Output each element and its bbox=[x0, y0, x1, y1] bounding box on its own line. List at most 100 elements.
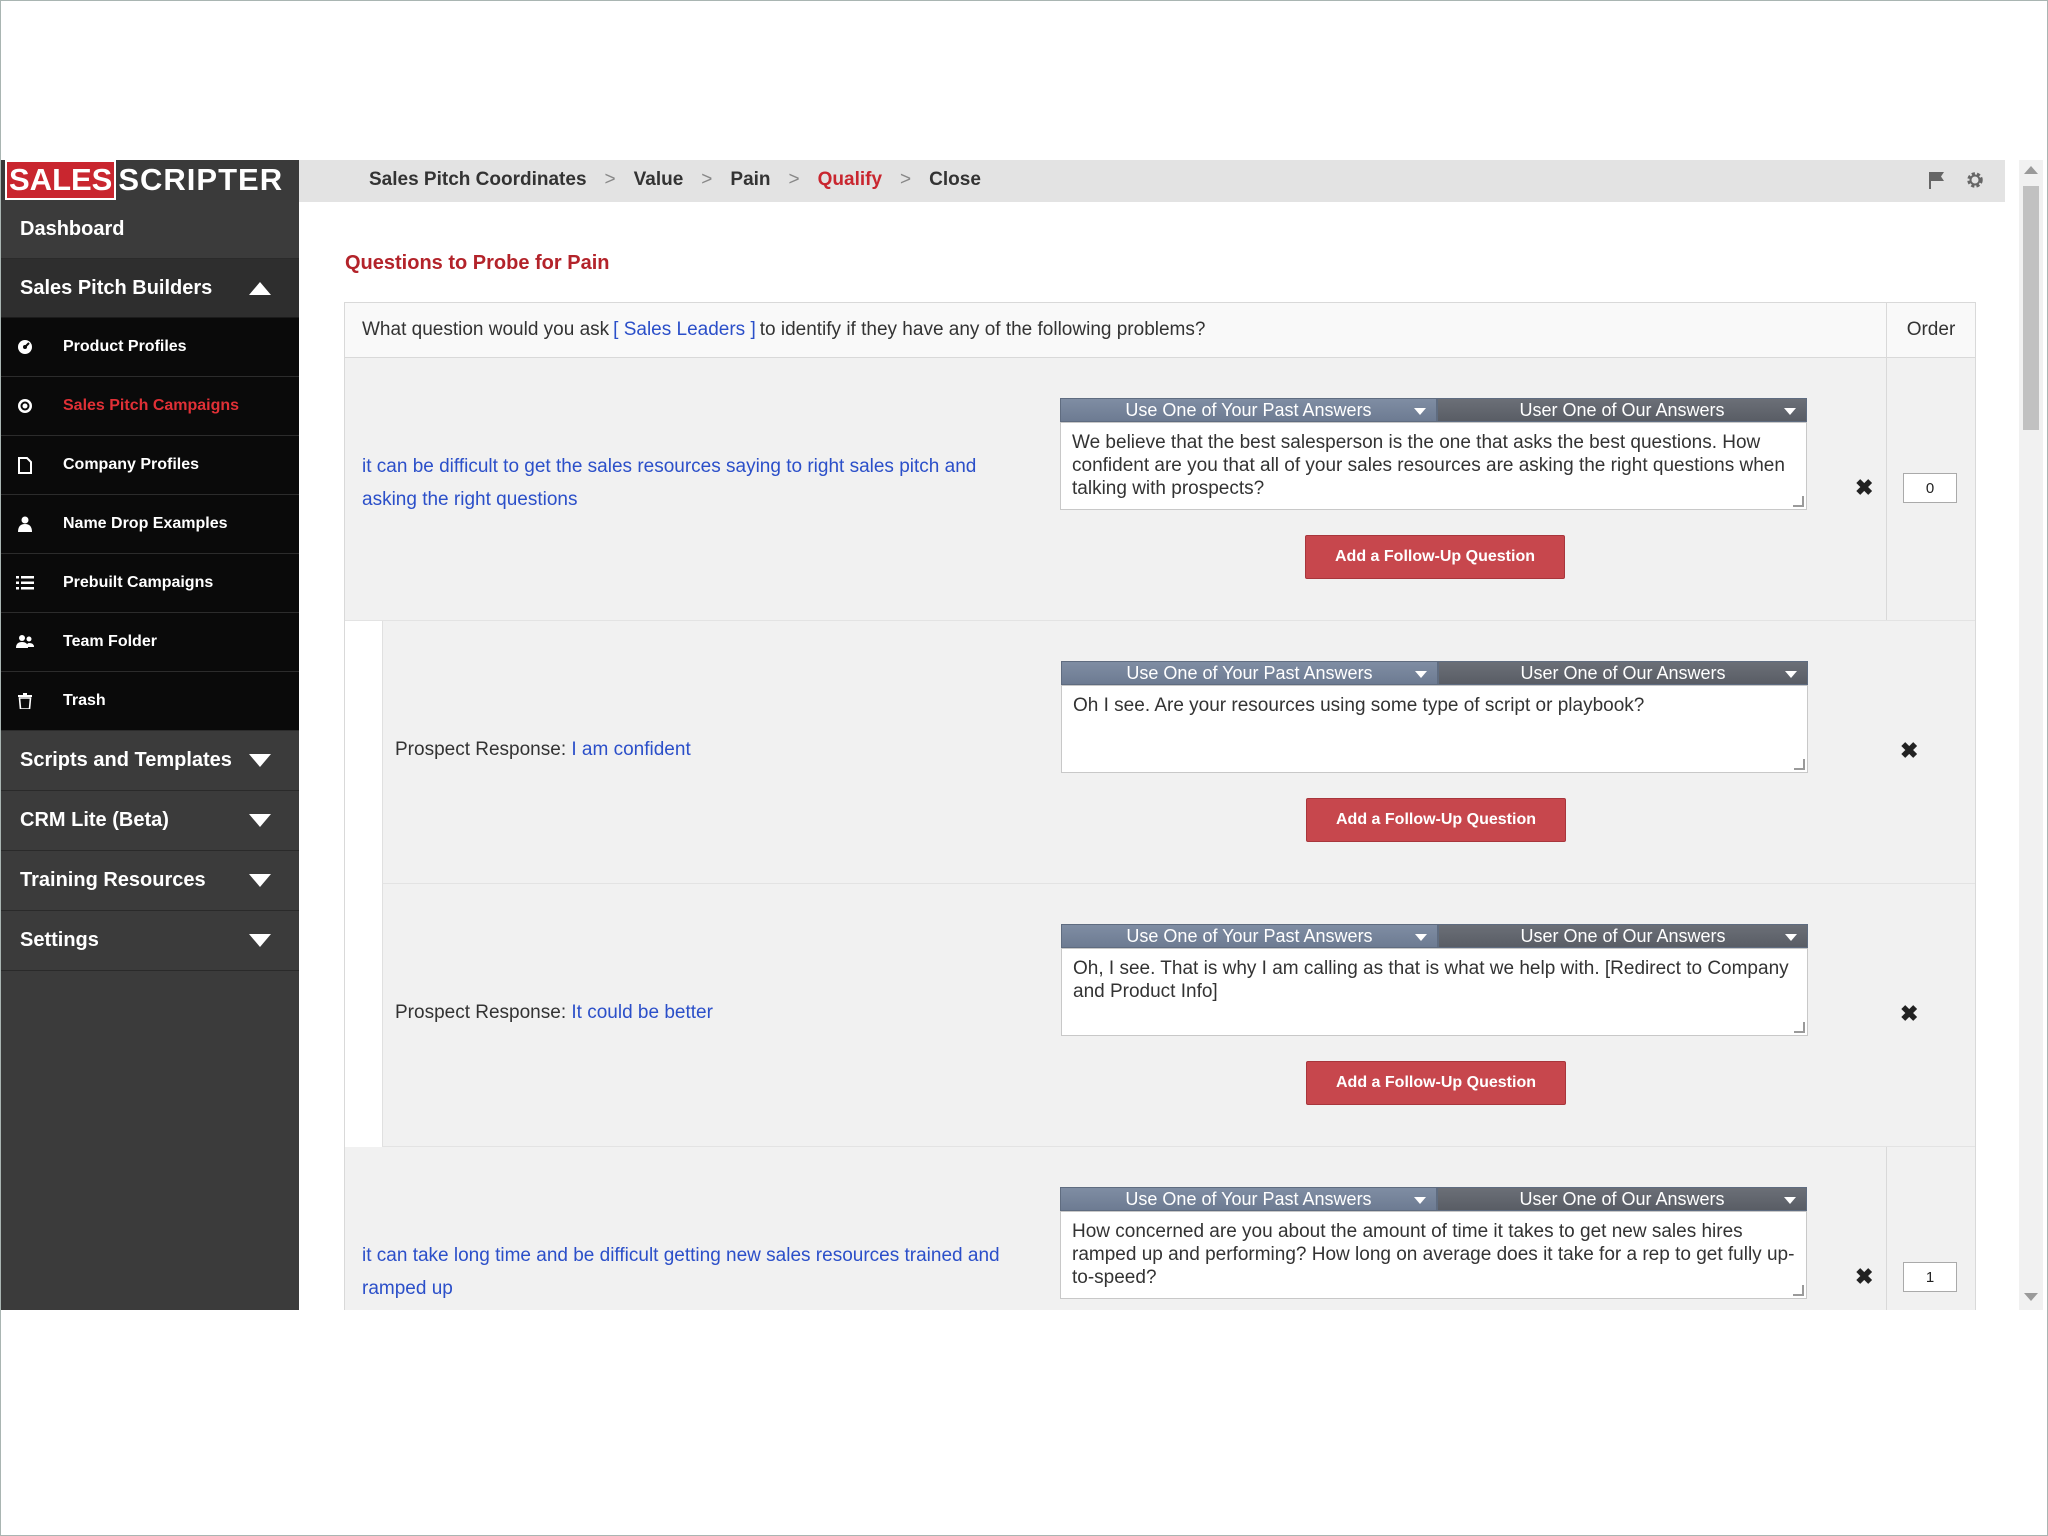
scrollbar-thumb[interactable] bbox=[2023, 186, 2039, 430]
prospect-response: Prospect Response: I am confident bbox=[395, 739, 691, 761]
answer-textarea[interactable]: Oh, I see. That is why I am calling as t… bbox=[1061, 948, 1808, 1036]
delete-icon[interactable]: ✖ bbox=[1900, 1001, 1918, 1027]
problem-text[interactable]: it can take long time and be difficult g… bbox=[362, 1239, 1022, 1305]
sidebar-item-trash[interactable]: Trash bbox=[1, 672, 299, 731]
sidebar-item-prebuilt-campaigns[interactable]: Prebuilt Campaigns bbox=[1, 554, 299, 613]
sidebar-item-company-profiles[interactable]: Company Profiles bbox=[1, 436, 299, 495]
expand-arrow-icon bbox=[249, 754, 271, 767]
sidebar-item-team-folder[interactable]: Team Folder bbox=[1, 613, 299, 672]
flag-icon[interactable] bbox=[1927, 170, 1947, 195]
response-label: Prospect Response: bbox=[395, 739, 567, 760]
chevron-right-icon: > bbox=[900, 169, 912, 190]
sidebar-section-crm-lite[interactable]: CRM Lite (Beta) bbox=[1, 791, 299, 851]
logo-part-sales: SALES bbox=[5, 160, 117, 200]
collapse-arrow-icon bbox=[249, 281, 271, 295]
sidebar-section-settings[interactable]: Settings bbox=[1, 911, 299, 971]
header-suffix: to identify if they have any of the foll… bbox=[759, 319, 1206, 340]
delete-icon[interactable]: ✖ bbox=[1855, 1264, 1873, 1290]
user-icon bbox=[15, 514, 35, 534]
sidebar-item-product-profiles[interactable]: Product Profiles bbox=[1, 318, 299, 377]
breadcrumb-qualify[interactable]: Qualify bbox=[818, 169, 882, 191]
chevron-right-icon: > bbox=[788, 169, 800, 190]
resize-grip-icon[interactable] bbox=[1793, 1285, 1804, 1296]
dashboard-gauge-icon bbox=[15, 337, 35, 357]
response-value[interactable]: It could be better bbox=[571, 1002, 713, 1023]
table-row: Prospect Response: I am confident Use On… bbox=[382, 621, 1975, 884]
page-title: Questions to Probe for Pain bbox=[345, 252, 610, 274]
our-answers-dropdown[interactable]: User One of Our Answers bbox=[1438, 661, 1808, 685]
header-prefix: What question would you ask bbox=[362, 319, 610, 340]
dropdown-label: Use One of Your Past Answers bbox=[1126, 662, 1373, 683]
header-order: Order bbox=[1906, 319, 1956, 340]
sidebar-section-training-resources[interactable]: Training Resources bbox=[1, 851, 299, 911]
problem-text[interactable]: it can be difficult to get the sales res… bbox=[362, 450, 1022, 516]
past-answers-dropdown[interactable]: Use One of Your Past Answers bbox=[1060, 398, 1437, 422]
dropdown-label: User One of Our Answers bbox=[1520, 925, 1726, 946]
past-answers-dropdown[interactable]: Use One of Your Past Answers bbox=[1060, 1187, 1437, 1211]
order-cell: 0 bbox=[1886, 358, 1975, 620]
response-label: Prospect Response: bbox=[395, 1002, 567, 1023]
gear-icon[interactable] bbox=[1965, 170, 1985, 195]
answer-textarea[interactable]: How concerned are you about the amount o… bbox=[1060, 1211, 1807, 1299]
resize-grip-icon[interactable] bbox=[1794, 759, 1805, 770]
sidebar-item-label: Sales Pitch Campaigns bbox=[63, 397, 240, 414]
order-input[interactable]: 0 bbox=[1903, 473, 1957, 503]
order-cell: 1 bbox=[1886, 1147, 1975, 1310]
expand-arrow-icon bbox=[249, 874, 271, 887]
top-bar: Sales Pitch Coordinates > Value > Pain >… bbox=[299, 160, 2005, 202]
sidebar-section-label: CRM Lite (Beta) bbox=[20, 809, 169, 831]
add-follow-up-button[interactable]: Add a Follow-Up Question bbox=[1306, 1061, 1566, 1105]
table-header: What question would you ask [ Sales Lead… bbox=[345, 303, 1975, 358]
brand-logo[interactable]: SALES SCRIPTER bbox=[1, 160, 299, 200]
chevron-right-icon: > bbox=[604, 169, 616, 190]
resize-grip-icon[interactable] bbox=[1793, 496, 1804, 507]
sidebar-item-name-drop-examples[interactable]: Name Drop Examples bbox=[1, 495, 299, 554]
table-row: it can take long time and be difficult g… bbox=[345, 1147, 1975, 1310]
answer-editor: Use One of Your Past Answers User One of… bbox=[1060, 398, 1807, 510]
toolbar-icons bbox=[1927, 170, 1985, 195]
sidebar-item-dashboard[interactable]: Dashboard bbox=[1, 200, 299, 259]
breadcrumb-close[interactable]: Close bbox=[929, 169, 981, 191]
delete-icon[interactable]: ✖ bbox=[1855, 475, 1873, 501]
response-value[interactable]: I am confident bbox=[571, 739, 690, 760]
sidebar-item-label: Prebuilt Campaigns bbox=[63, 574, 214, 591]
caret-down-icon bbox=[1414, 408, 1426, 415]
answer-text: Oh I see. Are your resources using some … bbox=[1073, 695, 1645, 716]
breadcrumb-value[interactable]: Value bbox=[634, 169, 684, 191]
dropdown-label: User One of Our Answers bbox=[1519, 1188, 1725, 1209]
breadcrumb-pain[interactable]: Pain bbox=[730, 169, 770, 191]
sidebar-section-label: Training Resources bbox=[20, 869, 206, 891]
trash-icon bbox=[15, 691, 35, 711]
table-row: Prospect Response: It could be better Us… bbox=[382, 884, 1975, 1147]
sidebar-section-label: Settings bbox=[20, 929, 99, 951]
scroll-up-arrow-icon[interactable] bbox=[2024, 166, 2038, 174]
expand-arrow-icon bbox=[249, 814, 271, 827]
answer-textarea[interactable]: Oh I see. Are your resources using some … bbox=[1061, 685, 1808, 773]
past-answers-dropdown[interactable]: Use One of Your Past Answers bbox=[1061, 661, 1438, 685]
persona-link[interactable]: [ Sales Leaders ] bbox=[613, 319, 756, 341]
sidebar-item-sales-pitch-campaigns[interactable]: Sales Pitch Campaigns bbox=[1, 377, 299, 436]
add-follow-up-button[interactable]: Add a Follow-Up Question bbox=[1306, 798, 1566, 842]
vertical-scrollbar[interactable] bbox=[2019, 160, 2043, 1310]
sidebar-item-label: Company Profiles bbox=[63, 456, 200, 473]
sidebar-item-label: Dashboard bbox=[20, 217, 125, 240]
resize-grip-icon[interactable] bbox=[1794, 1022, 1805, 1033]
our-answers-dropdown[interactable]: User One of Our Answers bbox=[1437, 1187, 1807, 1211]
answer-textarea[interactable]: We believe that the best salesperson is … bbox=[1060, 422, 1807, 510]
sidebar-section-scripts-and-templates[interactable]: Scripts and Templates bbox=[1, 731, 299, 791]
order-input[interactable]: 1 bbox=[1903, 1262, 1957, 1292]
breadcrumb: Sales Pitch Coordinates > Value > Pain >… bbox=[369, 160, 981, 200]
breadcrumb-sales-pitch-coordinates[interactable]: Sales Pitch Coordinates bbox=[369, 169, 587, 191]
sidebar-section-sales-pitch-builders[interactable]: Sales Pitch Builders bbox=[1, 259, 299, 318]
delete-icon[interactable]: ✖ bbox=[1900, 738, 1918, 764]
scroll-down-arrow-icon[interactable] bbox=[2024, 1293, 2038, 1301]
caret-down-icon bbox=[1784, 1197, 1796, 1204]
our-answers-dropdown[interactable]: User One of Our Answers bbox=[1438, 924, 1808, 948]
sidebar-item-label: Product Profiles bbox=[63, 338, 187, 355]
past-answers-dropdown[interactable]: Use One of Your Past Answers bbox=[1061, 924, 1438, 948]
add-follow-up-button[interactable]: Add a Follow-Up Question bbox=[1305, 535, 1565, 579]
sidebar-item-label: Name Drop Examples bbox=[63, 515, 228, 532]
caret-down-icon bbox=[1785, 671, 1797, 678]
our-answers-dropdown[interactable]: User One of Our Answers bbox=[1437, 398, 1807, 422]
expand-arrow-icon bbox=[249, 934, 271, 947]
